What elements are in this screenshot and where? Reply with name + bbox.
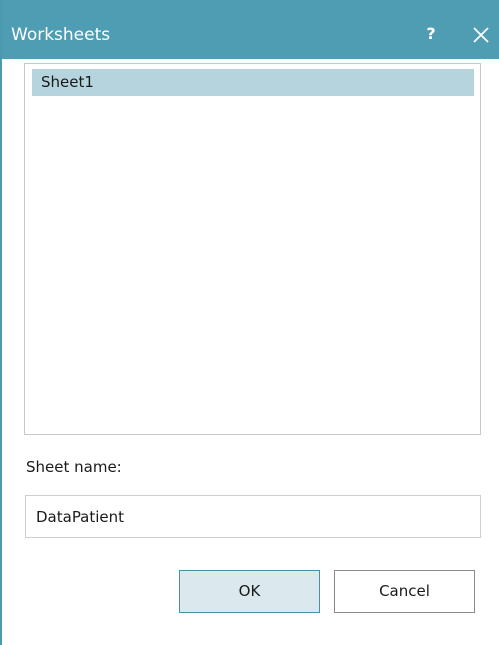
close-button[interactable]: [468, 22, 494, 48]
sheet-list[interactable]: Sheet1: [24, 63, 481, 435]
sheet-name-label: Sheet name:: [26, 458, 122, 476]
help-button[interactable]: ?: [420, 22, 442, 46]
ok-button[interactable]: OK: [179, 570, 320, 613]
title-bar: Worksheets ?: [2, 0, 499, 59]
window-title: Worksheets: [11, 25, 111, 45]
cancel-button[interactable]: Cancel: [334, 570, 475, 613]
close-icon: [473, 27, 489, 43]
sheet-name-input[interactable]: [25, 495, 481, 538]
worksheets-dialog: Worksheets ? Sheet1 Sheet name: OK Cance…: [0, 0, 499, 645]
sheet-list-item[interactable]: Sheet1: [32, 69, 474, 96]
